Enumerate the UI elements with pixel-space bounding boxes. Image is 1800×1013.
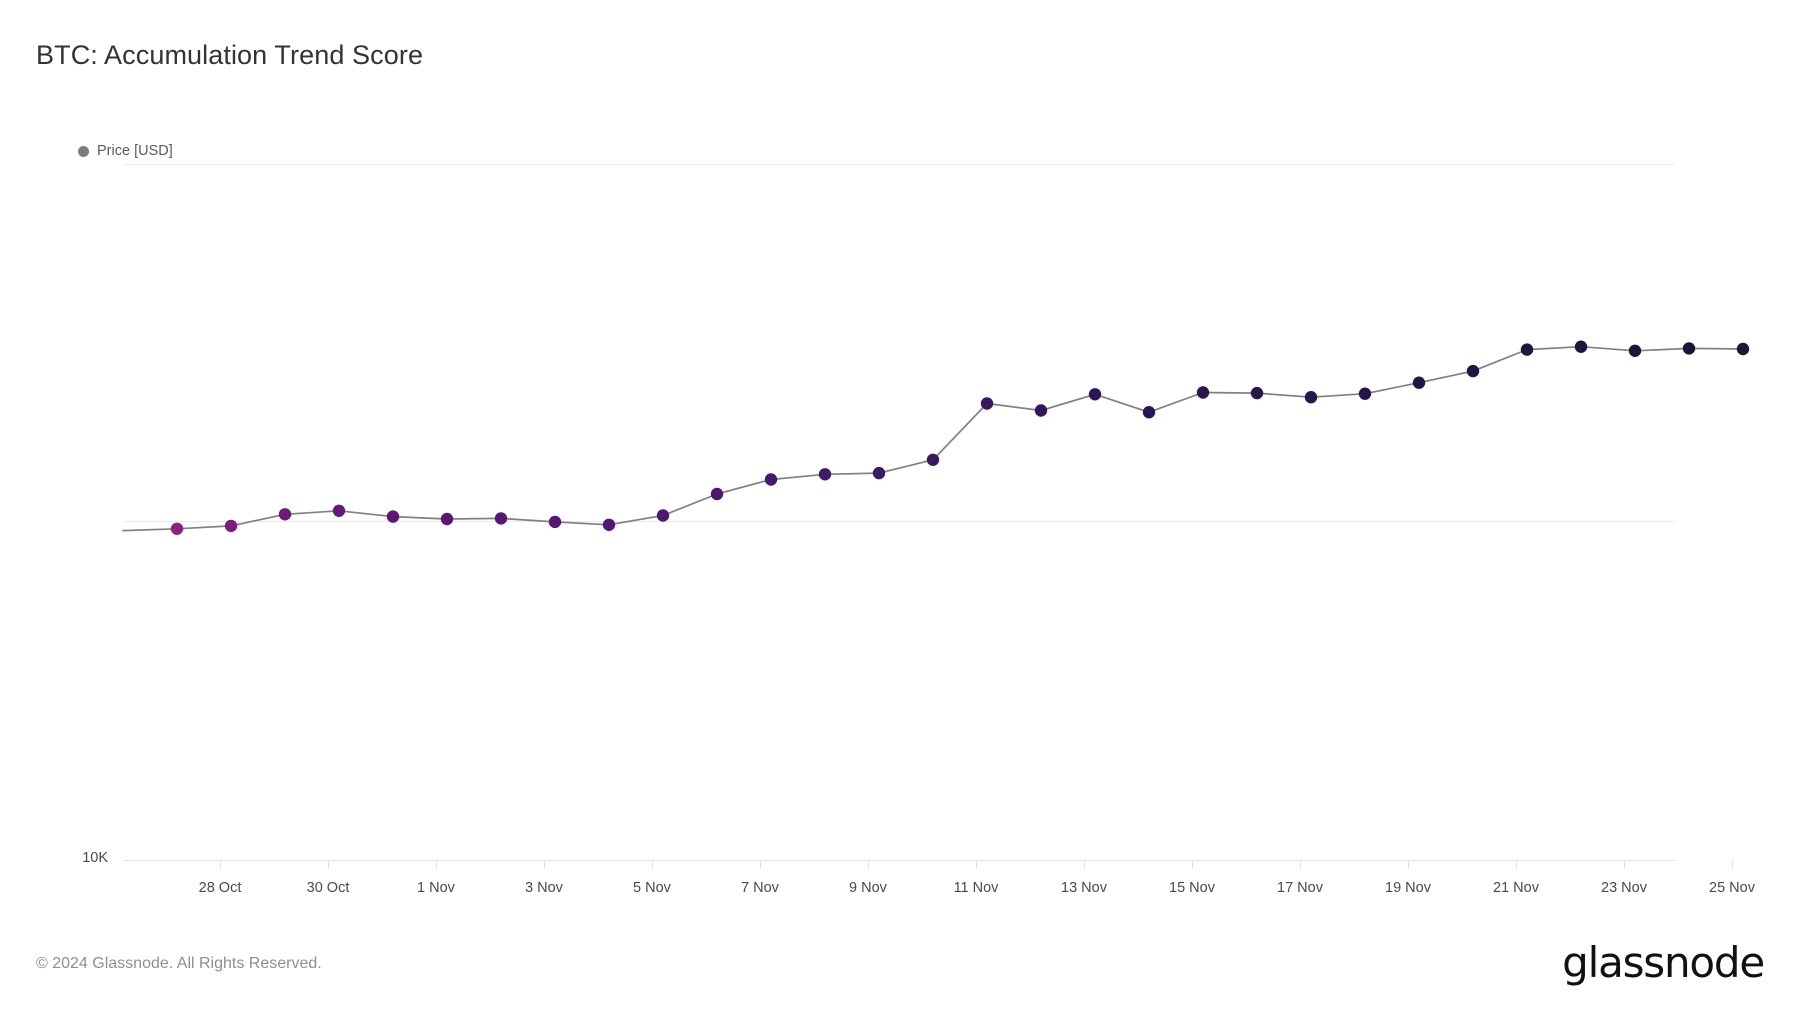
- x-axis-tick-label: 30 Oct: [306, 880, 350, 896]
- x-axis-tick-mark: [1732, 860, 1733, 869]
- gridline: [123, 860, 1675, 861]
- x-axis-tick-mark: [1192, 860, 1193, 869]
- y-axis-tick-label: 10K: [82, 850, 108, 866]
- x-axis-tick-mark: [1624, 860, 1625, 869]
- x-axis-tick-label: 23 Nov: [1601, 880, 1647, 896]
- x-axis-tick-mark: [328, 860, 329, 869]
- legend-item-label: Price [USD]: [97, 143, 173, 159]
- x-axis-tick-mark: [652, 860, 653, 869]
- gridline: [123, 521, 1675, 522]
- gridline: [123, 164, 1675, 165]
- page-title: BTC: Accumulation Trend Score: [36, 40, 424, 70]
- x-axis-tick-label: 9 Nov: [849, 880, 887, 896]
- x-axis-tick-label: 21 Nov: [1493, 880, 1539, 896]
- x-axis-tick-label: 11 Nov: [953, 880, 999, 896]
- x-axis-tick-mark: [868, 860, 869, 869]
- x-axis-tick-label: 15 Nov: [1169, 880, 1215, 896]
- x-axis-tick-label: 28 Oct: [198, 880, 242, 896]
- x-axis-tick-mark: [1516, 860, 1517, 869]
- chart-legend: Price [USD]: [78, 143, 173, 159]
- x-axis-tick-label: 13 Nov: [1061, 880, 1107, 896]
- glassnode-logo: glassnode: [1562, 938, 1765, 987]
- chart-root: BTC: Accumulation Trend Score Price [USD…: [0, 0, 1800, 1013]
- data-point-marker[interactable]: [1736, 342, 1750, 356]
- footer-copyright: © 2024 Glassnode. All Rights Reserved.: [36, 955, 322, 972]
- x-axis-tick-mark: [1300, 860, 1301, 869]
- x-axis-tick-mark: [544, 860, 545, 869]
- x-axis-tick-label: 7 Nov: [741, 880, 779, 896]
- x-axis-tick-mark: [436, 860, 437, 869]
- x-axis-tick-label: 1 Nov: [417, 880, 455, 896]
- x-axis-tick-label: 3 Nov: [525, 880, 563, 896]
- legend-dot-icon: [78, 145, 89, 157]
- x-axis-tick-label: 17 Nov: [1277, 880, 1323, 896]
- x-axis-tick-label: 5 Nov: [633, 880, 671, 896]
- x-axis-tick-mark: [1084, 860, 1085, 869]
- x-axis-tick-mark: [976, 860, 977, 869]
- x-axis-tick-mark: [220, 860, 221, 869]
- x-axis-tick-mark: [1408, 860, 1409, 869]
- x-axis-tick-mark: [760, 860, 761, 869]
- data-point-marker[interactable]: [1682, 342, 1696, 355]
- x-axis-tick-label: 19 Nov: [1385, 880, 1431, 896]
- x-axis-tick-label: 25 Nov: [1709, 880, 1755, 896]
- plot-area: [123, 164, 1675, 861]
